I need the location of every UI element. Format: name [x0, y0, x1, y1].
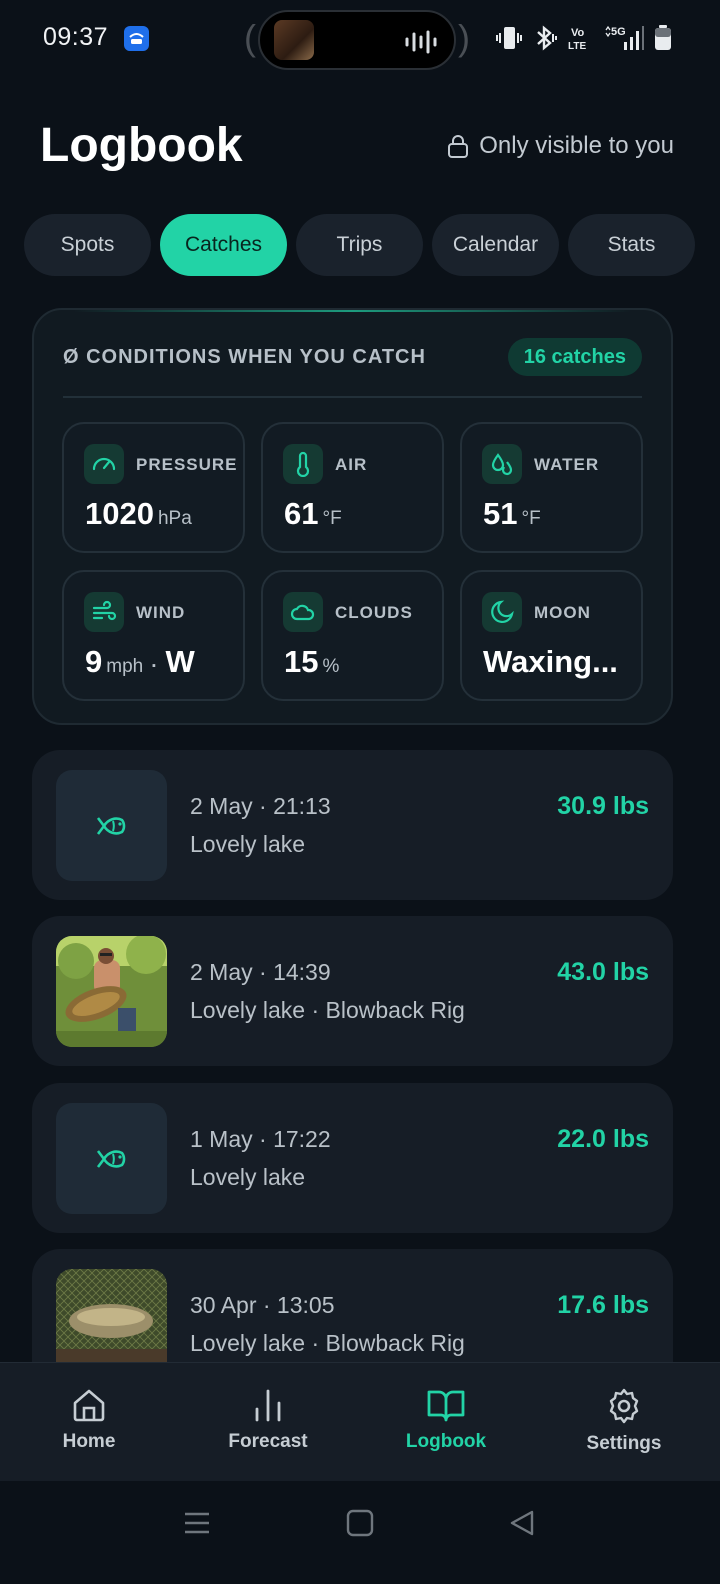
audio-wave-icon	[405, 30, 437, 54]
back-icon[interactable]	[508, 1509, 536, 1537]
tile-label: PRESSURE	[136, 455, 238, 474]
bottom-navigation: Home Forecast Logbook Settings	[0, 1362, 720, 1481]
tile-value: 1020 hPa	[85, 496, 192, 531]
tile-label: CLOUDS	[335, 603, 413, 622]
catch-list-item[interactable]: 1 May · 17:22 Lovely lake 22.0 lbs	[32, 1083, 673, 1233]
angler-with-carp-photo	[56, 936, 167, 1047]
catch-location: Lovely lake · Blowback Rig	[190, 997, 465, 1023]
nav-label: Home	[62, 1431, 116, 1452]
svg-text:LTE: LTE	[568, 41, 586, 52]
battery-icon	[655, 25, 671, 50]
tile-value: Waxing...	[483, 644, 618, 679]
tile-value: 61 °F	[284, 496, 342, 531]
lock-icon	[448, 135, 469, 158]
nav-label: Logbook	[405, 1431, 487, 1452]
status-time: 09:37	[43, 23, 109, 51]
catch-date: 30 Apr · 13:05	[190, 1292, 335, 1318]
logbook-tabs: Spots Catches Trips Calendar Stats	[24, 214, 695, 276]
catch-list-item[interactable]: 2 May · 14:39 Lovely lake · Blowback Rig…	[32, 916, 673, 1066]
catch-location: Lovely lake	[190, 1164, 306, 1190]
status-icons: Vo LTE 5G	[496, 24, 672, 52]
air-tile: AIR 61 °F	[261, 422, 444, 553]
app-notification-icon	[124, 26, 149, 51]
tab-spots[interactable]: Spots	[24, 214, 151, 276]
catch-weight: 30.9 lbs	[557, 792, 649, 820]
catch-weight: 22.0 lbs	[557, 1125, 649, 1153]
dynamic-island[interactable]	[258, 10, 456, 70]
catch-list-item[interactable]: 2 May · 21:13 Lovely lake 30.9 lbs	[32, 750, 673, 900]
volte-icon: Vo LTE	[568, 27, 586, 52]
catch-location: Lovely lake · Blowback Rig	[190, 1330, 465, 1356]
fish-icon	[96, 816, 125, 835]
tab-trips[interactable]: Trips	[296, 214, 423, 276]
catch-date: 2 May · 14:39	[190, 959, 331, 985]
gear-icon	[609, 1388, 639, 1424]
divider	[63, 396, 642, 398]
privacy-text: Only visible to you	[479, 132, 674, 159]
nav-label: Settings	[586, 1433, 662, 1454]
bar-chart-icon	[255, 1389, 281, 1422]
5g-signal-icon: 5G	[605, 25, 644, 50]
tab-stats[interactable]: Stats	[568, 214, 695, 276]
wind-tile: WIND 9 mph · W	[62, 570, 245, 701]
status-bar: 09:37 ( ) Vo LTE 5G	[0, 0, 720, 80]
catch-photo	[56, 936, 167, 1047]
tile-value: 9 mph · W	[85, 644, 195, 679]
vibrate-icon	[496, 27, 522, 49]
tile-value: 15%	[284, 644, 340, 679]
wind-icon	[84, 592, 124, 632]
recents-menu-icon[interactable]	[183, 1509, 211, 1537]
gauge-icon	[84, 444, 124, 484]
system-navigation-bar	[0, 1481, 720, 1584]
fish-icon	[96, 1149, 125, 1168]
island-bracket-left: (	[244, 17, 256, 58]
tile-label: WATER	[534, 455, 600, 474]
home-icon	[73, 1389, 105, 1422]
bluetooth-icon	[537, 25, 557, 51]
conditions-title: Ø CONDITIONS WHEN YOU CATCH	[63, 346, 426, 368]
catch-thumbnail	[56, 770, 167, 881]
catch-weight: 17.6 lbs	[557, 1291, 649, 1319]
nav-settings[interactable]: Settings	[554, 1387, 694, 1455]
catch-location: Lovely lake	[190, 831, 306, 857]
privacy-indicator: Only visible to you	[447, 132, 674, 160]
water-tile: WATER 51 °F	[460, 422, 643, 553]
thermometer-icon	[283, 444, 323, 484]
tile-label: WIND	[136, 603, 186, 622]
catch-thumbnail	[56, 1103, 167, 1214]
tile-value: 51 °F	[483, 496, 541, 531]
tab-catches[interactable]: Catches	[160, 214, 287, 276]
pressure-tile: PRESSURE 1020 hPa	[62, 422, 245, 553]
nav-home[interactable]: Home	[19, 1387, 159, 1453]
cloud-icon	[283, 592, 323, 632]
home-button-icon[interactable]	[346, 1509, 374, 1537]
conditions-card: Ø CONDITIONS WHEN YOU CATCH 16 catches P…	[32, 308, 673, 725]
droplets-icon	[482, 444, 522, 484]
album-art-icon	[274, 20, 314, 60]
catch-date: 2 May · 21:13	[190, 793, 331, 819]
island-bracket-right: )	[458, 17, 470, 58]
tile-label: MOON	[534, 603, 591, 622]
catches-count-badge: 16 catches	[507, 338, 642, 376]
nav-label: Forecast	[228, 1431, 308, 1452]
svg-text:Vo: Vo	[571, 27, 585, 39]
catch-date: 1 May · 17:22	[190, 1126, 331, 1152]
book-open-icon	[427, 1390, 465, 1422]
tab-calendar[interactable]: Calendar	[432, 214, 559, 276]
moon-icon	[482, 592, 522, 632]
catch-weight: 43.0 lbs	[557, 958, 649, 986]
nav-forecast[interactable]: Forecast	[198, 1387, 338, 1453]
page-title: Logbook	[40, 119, 243, 172]
clouds-tile: CLOUDS 15%	[261, 570, 444, 701]
nav-logbook[interactable]: Logbook	[376, 1387, 516, 1453]
moon-tile: MOON Waxing...	[460, 570, 643, 701]
tile-label: AIR	[335, 455, 368, 474]
svg-text:5G: 5G	[611, 26, 626, 38]
